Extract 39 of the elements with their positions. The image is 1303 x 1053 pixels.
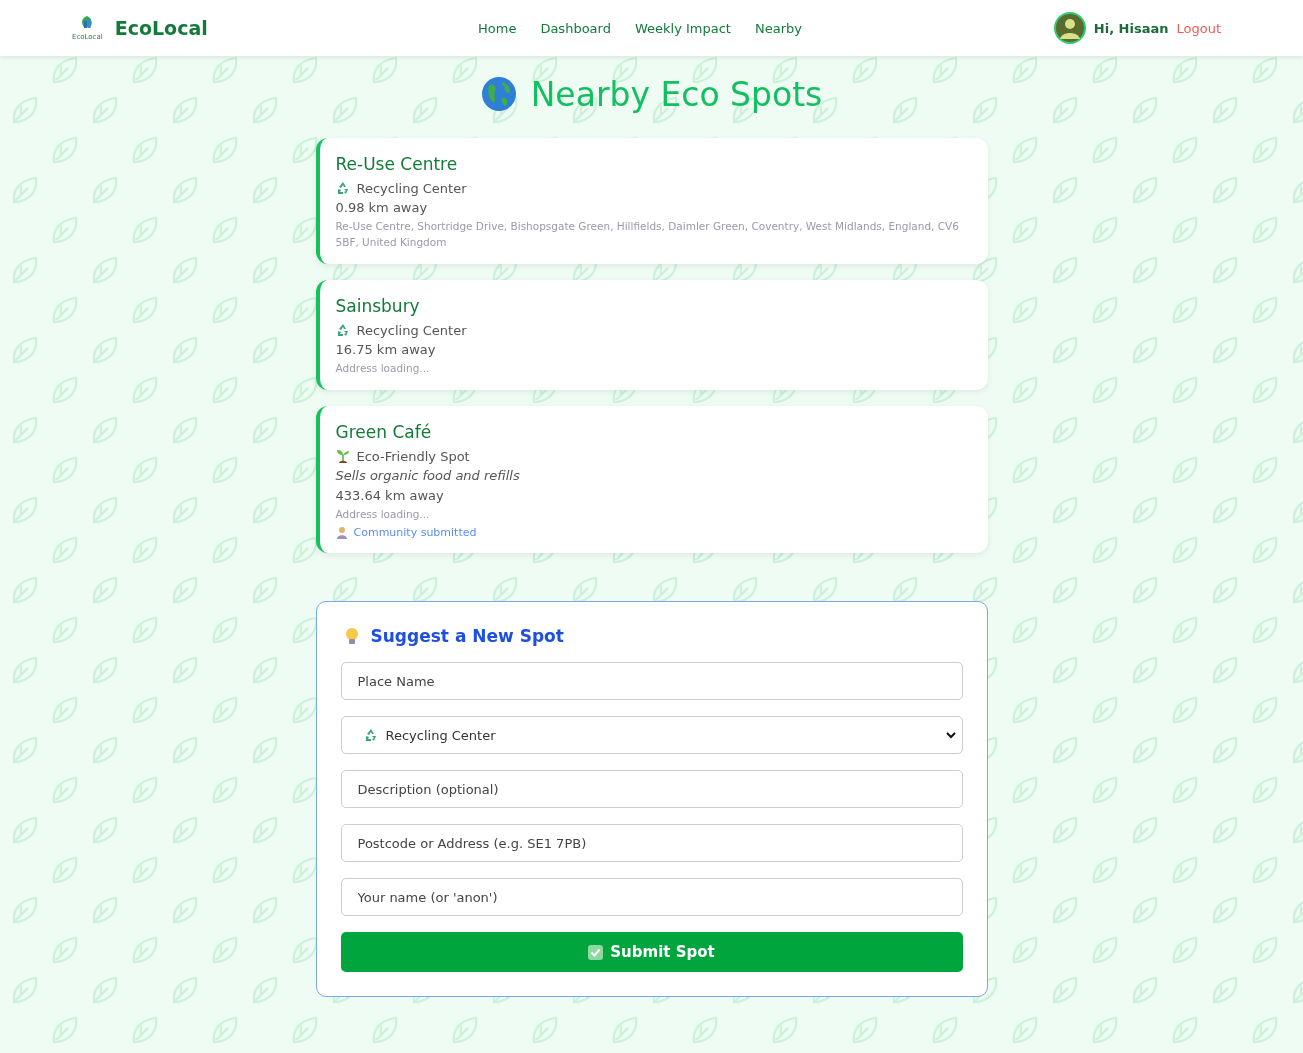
submit-button[interactable]: Submit Spot bbox=[340, 932, 963, 972]
person-icon bbox=[335, 526, 348, 539]
spot-address: Address loading... bbox=[335, 507, 431, 522]
nav-link[interactable]: Dashboard bbox=[540, 20, 611, 36]
spot-address: Re-Use Centre, Shortridge Drive, Bishopsgate Green, Hillfields, Daimler Green, Coventry, West Midlands, England, CV6 5BF, United Kingdom bbox=[335, 219, 960, 250]
recycle-icon bbox=[335, 323, 350, 337]
spot-name: Re-Use Centre bbox=[335, 154, 459, 174]
nav-link[interactable]: Weekly Impact bbox=[634, 20, 731, 36]
nav-link[interactable]: Home bbox=[478, 20, 517, 36]
spot-name: Green Café bbox=[335, 422, 433, 442]
community-tag: Community submitted bbox=[353, 526, 477, 539]
logout-link[interactable]: Logout bbox=[1176, 20, 1221, 36]
form-title: Suggest a New Spot bbox=[370, 626, 564, 646]
chevron-down-icon bbox=[945, 731, 956, 739]
page-title: Nearby Eco Spots bbox=[530, 74, 823, 114]
user-greeting: Hi, Hisaan bbox=[1093, 20, 1169, 36]
input-field[interactable]: Your name (or 'anon') bbox=[340, 878, 963, 916]
spot-category: Recycling Center bbox=[356, 322, 467, 338]
input-field[interactable]: Postcode or Address (e.g. SE1 7PB) bbox=[340, 824, 963, 862]
checkbox-icon bbox=[588, 944, 604, 960]
spot-address: Address loading... bbox=[335, 361, 431, 376]
input-field[interactable]: Description (optional) bbox=[340, 770, 963, 808]
spot-distance: 16.75 km away bbox=[335, 341, 437, 359]
recycle-icon bbox=[363, 728, 378, 742]
input-field[interactable]: Place Name bbox=[340, 662, 963, 700]
recycle-icon bbox=[335, 181, 350, 195]
category-select[interactable]: Recycling Center bbox=[340, 716, 963, 754]
brand-name: EcoLocal bbox=[114, 17, 208, 39]
nav-link[interactable]: Nearby bbox=[754, 20, 802, 36]
avatar-icon bbox=[1053, 12, 1086, 44]
spot-description: Sells organic food and refills bbox=[335, 467, 521, 485]
lightbulb-icon bbox=[344, 627, 359, 645]
spot-distance: 0.98 km away bbox=[335, 199, 429, 217]
spot-category: Eco-Friendly Spot bbox=[356, 448, 470, 464]
spot-name: Sainsbury bbox=[335, 296, 421, 316]
spot-category: Recycling Center bbox=[356, 180, 467, 196]
spot-distance: 433.64 km away bbox=[335, 487, 445, 505]
seedling-icon bbox=[335, 449, 350, 463]
globe-icon bbox=[480, 76, 517, 112]
